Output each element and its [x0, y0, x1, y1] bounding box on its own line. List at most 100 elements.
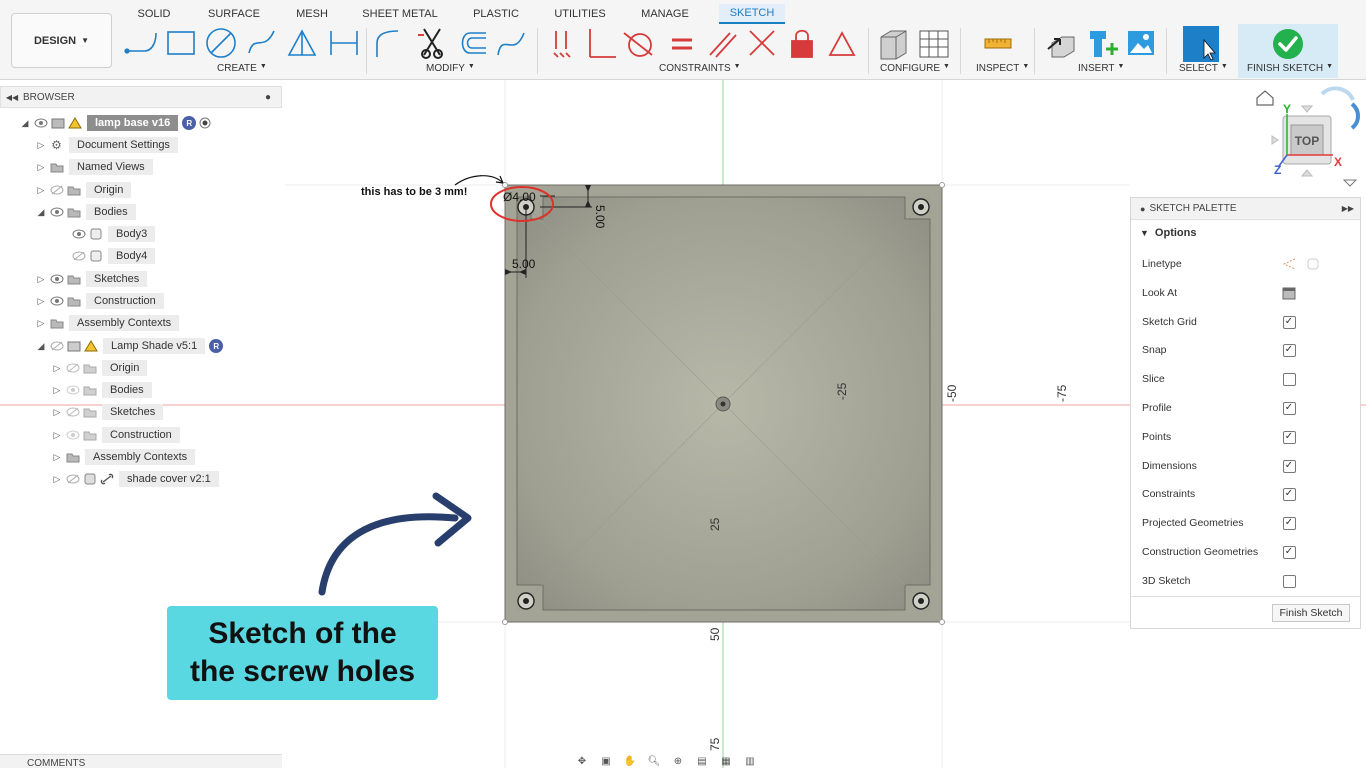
- eye-icon[interactable]: [48, 205, 65, 219]
- collapsed-triangle-icon[interactable]: ▷: [34, 185, 48, 196]
- rectangle-tool-icon[interactable]: [167, 31, 195, 55]
- 3d-sketch-checkbox[interactable]: [1282, 574, 1296, 588]
- expanded-triangle-icon[interactable]: ◢: [34, 207, 48, 218]
- linetype-centerline-icon[interactable]: [1306, 257, 1320, 271]
- activate-radio-icon[interactable]: [196, 116, 213, 130]
- sketch-grid-checkbox[interactable]: ✓: [1282, 315, 1296, 329]
- perpendicular-icon[interactable]: [589, 29, 616, 58]
- configure-box-icon[interactable]: [880, 30, 907, 60]
- tab-sketch[interactable]: SKETCH: [719, 4, 785, 24]
- tab-utilities[interactable]: UTILITIES: [547, 4, 613, 24]
- coincident-icon[interactable]: [553, 31, 571, 58]
- tree-item-lamp-shade[interactable]: ◢ Lamp Shade v5:1 R: [34, 337, 224, 355]
- tree-item-shade-bodies[interactable]: ▷ Bodies: [50, 381, 152, 399]
- points-checkbox[interactable]: ✓: [1282, 430, 1296, 444]
- workspace-switcher[interactable]: DESIGN ▼: [11, 13, 112, 68]
- home-icon[interactable]: [1256, 90, 1274, 106]
- eye-hidden-icon[interactable]: [64, 405, 81, 419]
- eye-icon[interactable]: [64, 383, 81, 397]
- fillet-tool-icon[interactable]: [376, 30, 399, 57]
- dimension-tool-icon[interactable]: [330, 31, 358, 55]
- eye-hidden-icon[interactable]: [64, 472, 81, 486]
- tab-manage[interactable]: MANAGE: [632, 4, 698, 24]
- symmetry-icon[interactable]: [828, 31, 856, 56]
- eye-hidden-icon[interactable]: [64, 361, 81, 375]
- view-menu-icon[interactable]: [1342, 179, 1358, 187]
- display-settings-icon[interactable]: ▤: [692, 755, 712, 767]
- configure-menu[interactable]: CONFIGURE ▼: [880, 63, 950, 74]
- diameter-dimension[interactable]: Ø4.00: [503, 190, 536, 204]
- circle-tool-icon[interactable]: [206, 28, 236, 58]
- collapsed-triangle-icon[interactable]: ▷: [50, 452, 64, 463]
- construction-geometries-checkbox[interactable]: ✓: [1282, 545, 1296, 559]
- offset-tool-icon[interactable]: [461, 32, 487, 54]
- eye-hidden-icon[interactable]: [70, 249, 87, 263]
- tree-item-body4[interactable]: Body4: [70, 247, 156, 265]
- expand-right-icon[interactable]: ▶▶: [1342, 204, 1354, 213]
- tab-surface[interactable]: SURFACE: [200, 4, 268, 24]
- orbit-nav-icon[interactable]: ✥: [572, 755, 592, 767]
- viewports-icon[interactable]: ▥: [740, 755, 760, 767]
- tree-item-document-settings[interactable]: ▷ ⚙ Document Settings: [34, 136, 178, 154]
- linetype-construction-icon[interactable]: [1282, 257, 1296, 271]
- tree-item-shade-assembly-contexts[interactable]: ▷ Assembly Contexts: [50, 448, 196, 466]
- modify-menu[interactable]: MODIFY ▼: [426, 63, 475, 74]
- dimensions-checkbox[interactable]: ✓: [1282, 459, 1296, 473]
- tree-item-body3[interactable]: Body3: [70, 225, 156, 243]
- polygon-tool-icon[interactable]: [287, 29, 317, 56]
- tree-item-shade-construction[interactable]: ▷ Construction: [50, 426, 180, 444]
- browser-header[interactable]: ◀◀ BROWSER ●: [0, 86, 282, 108]
- tab-plastic[interactable]: PLASTIC: [463, 4, 529, 24]
- look-at-nav-icon[interactable]: ▣: [596, 755, 616, 767]
- collapsed-triangle-icon[interactable]: ▷: [50, 430, 64, 441]
- spline-tool-icon[interactable]: [497, 32, 525, 56]
- pan-hand-icon[interactable]: ✋: [620, 755, 640, 767]
- expanded-triangle-icon[interactable]: ◢: [34, 341, 48, 352]
- collapsed-triangle-icon[interactable]: ▷: [50, 385, 64, 396]
- collapse-left-icon[interactable]: ◀◀: [1, 93, 23, 102]
- profile-checkbox[interactable]: ✓: [1282, 401, 1296, 415]
- line-tool-icon[interactable]: [124, 32, 157, 54]
- expanded-triangle-icon[interactable]: ◢: [18, 118, 32, 129]
- midpoint-icon[interactable]: [749, 30, 775, 56]
- arc-tool-icon[interactable]: [248, 30, 275, 54]
- zoom-icon[interactable]: 🔍︎: [644, 755, 664, 767]
- center-point[interactable]: [715, 396, 731, 412]
- tree-item-lamp-base[interactable]: ◢ lamp base v16 R: [18, 114, 213, 132]
- tree-item-origin[interactable]: ▷ Origin: [34, 181, 132, 199]
- constraints-checkbox[interactable]: ✓: [1282, 487, 1296, 501]
- insert-derive-icon[interactable]: [1047, 36, 1075, 58]
- select-cursor-icon[interactable]: [1183, 26, 1219, 62]
- inspect-menu[interactable]: INSPECT ▼: [976, 63, 1029, 74]
- palette-header[interactable]: ● SKETCH PALETTE ▶▶: [1131, 198, 1360, 220]
- collapsed-triangle-icon[interactable]: ▷: [34, 296, 48, 307]
- insert-image-icon[interactable]: [1128, 31, 1154, 55]
- tree-item-named-views[interactable]: ▷ Named Views: [34, 158, 153, 176]
- tree-item-assembly-contexts[interactable]: ▷ Assembly Contexts: [34, 314, 180, 332]
- tree-item-construction[interactable]: ▷ Construction: [34, 292, 164, 310]
- tree-item-bodies[interactable]: ◢ Bodies: [34, 203, 136, 221]
- create-menu[interactable]: CREATE ▼: [217, 63, 267, 74]
- options-section-header[interactable]: ▼ Options: [1131, 220, 1360, 246]
- fix-lock-icon[interactable]: [791, 29, 813, 58]
- collapsed-triangle-icon[interactable]: ▷: [34, 318, 48, 329]
- screw-hole-bottom-left[interactable]: [517, 592, 535, 610]
- tab-mesh[interactable]: MESH: [286, 4, 338, 24]
- finish-sketch-menu[interactable]: FINISH SKETCH ▼: [1247, 63, 1333, 74]
- eye-hidden-icon[interactable]: [48, 183, 65, 197]
- tab-solid[interactable]: SOLID: [126, 4, 182, 24]
- collapsed-triangle-icon[interactable]: ▷: [50, 474, 64, 485]
- constraints-menu[interactable]: CONSTRAINTS ▼: [659, 63, 741, 74]
- trim-scissors-icon[interactable]: [418, 28, 443, 59]
- eye-icon[interactable]: [70, 227, 87, 241]
- snap-checkbox[interactable]: ✓: [1282, 343, 1296, 357]
- collapsed-triangle-icon[interactable]: ▷: [50, 407, 64, 418]
- offset-x-dimension[interactable]: 5.00: [512, 257, 536, 271]
- tangent-icon[interactable]: [623, 32, 653, 57]
- tree-item-shade-cover[interactable]: ▷ shade cover v2:1: [50, 470, 219, 488]
- tab-sheet-metal[interactable]: SHEET METAL: [356, 4, 444, 24]
- collapsed-triangle-icon[interactable]: ▷: [34, 162, 48, 173]
- finish-sketch-button[interactable]: Finish Sketch: [1272, 604, 1350, 622]
- eye-icon[interactable]: [48, 272, 65, 286]
- eye-icon[interactable]: [48, 294, 65, 308]
